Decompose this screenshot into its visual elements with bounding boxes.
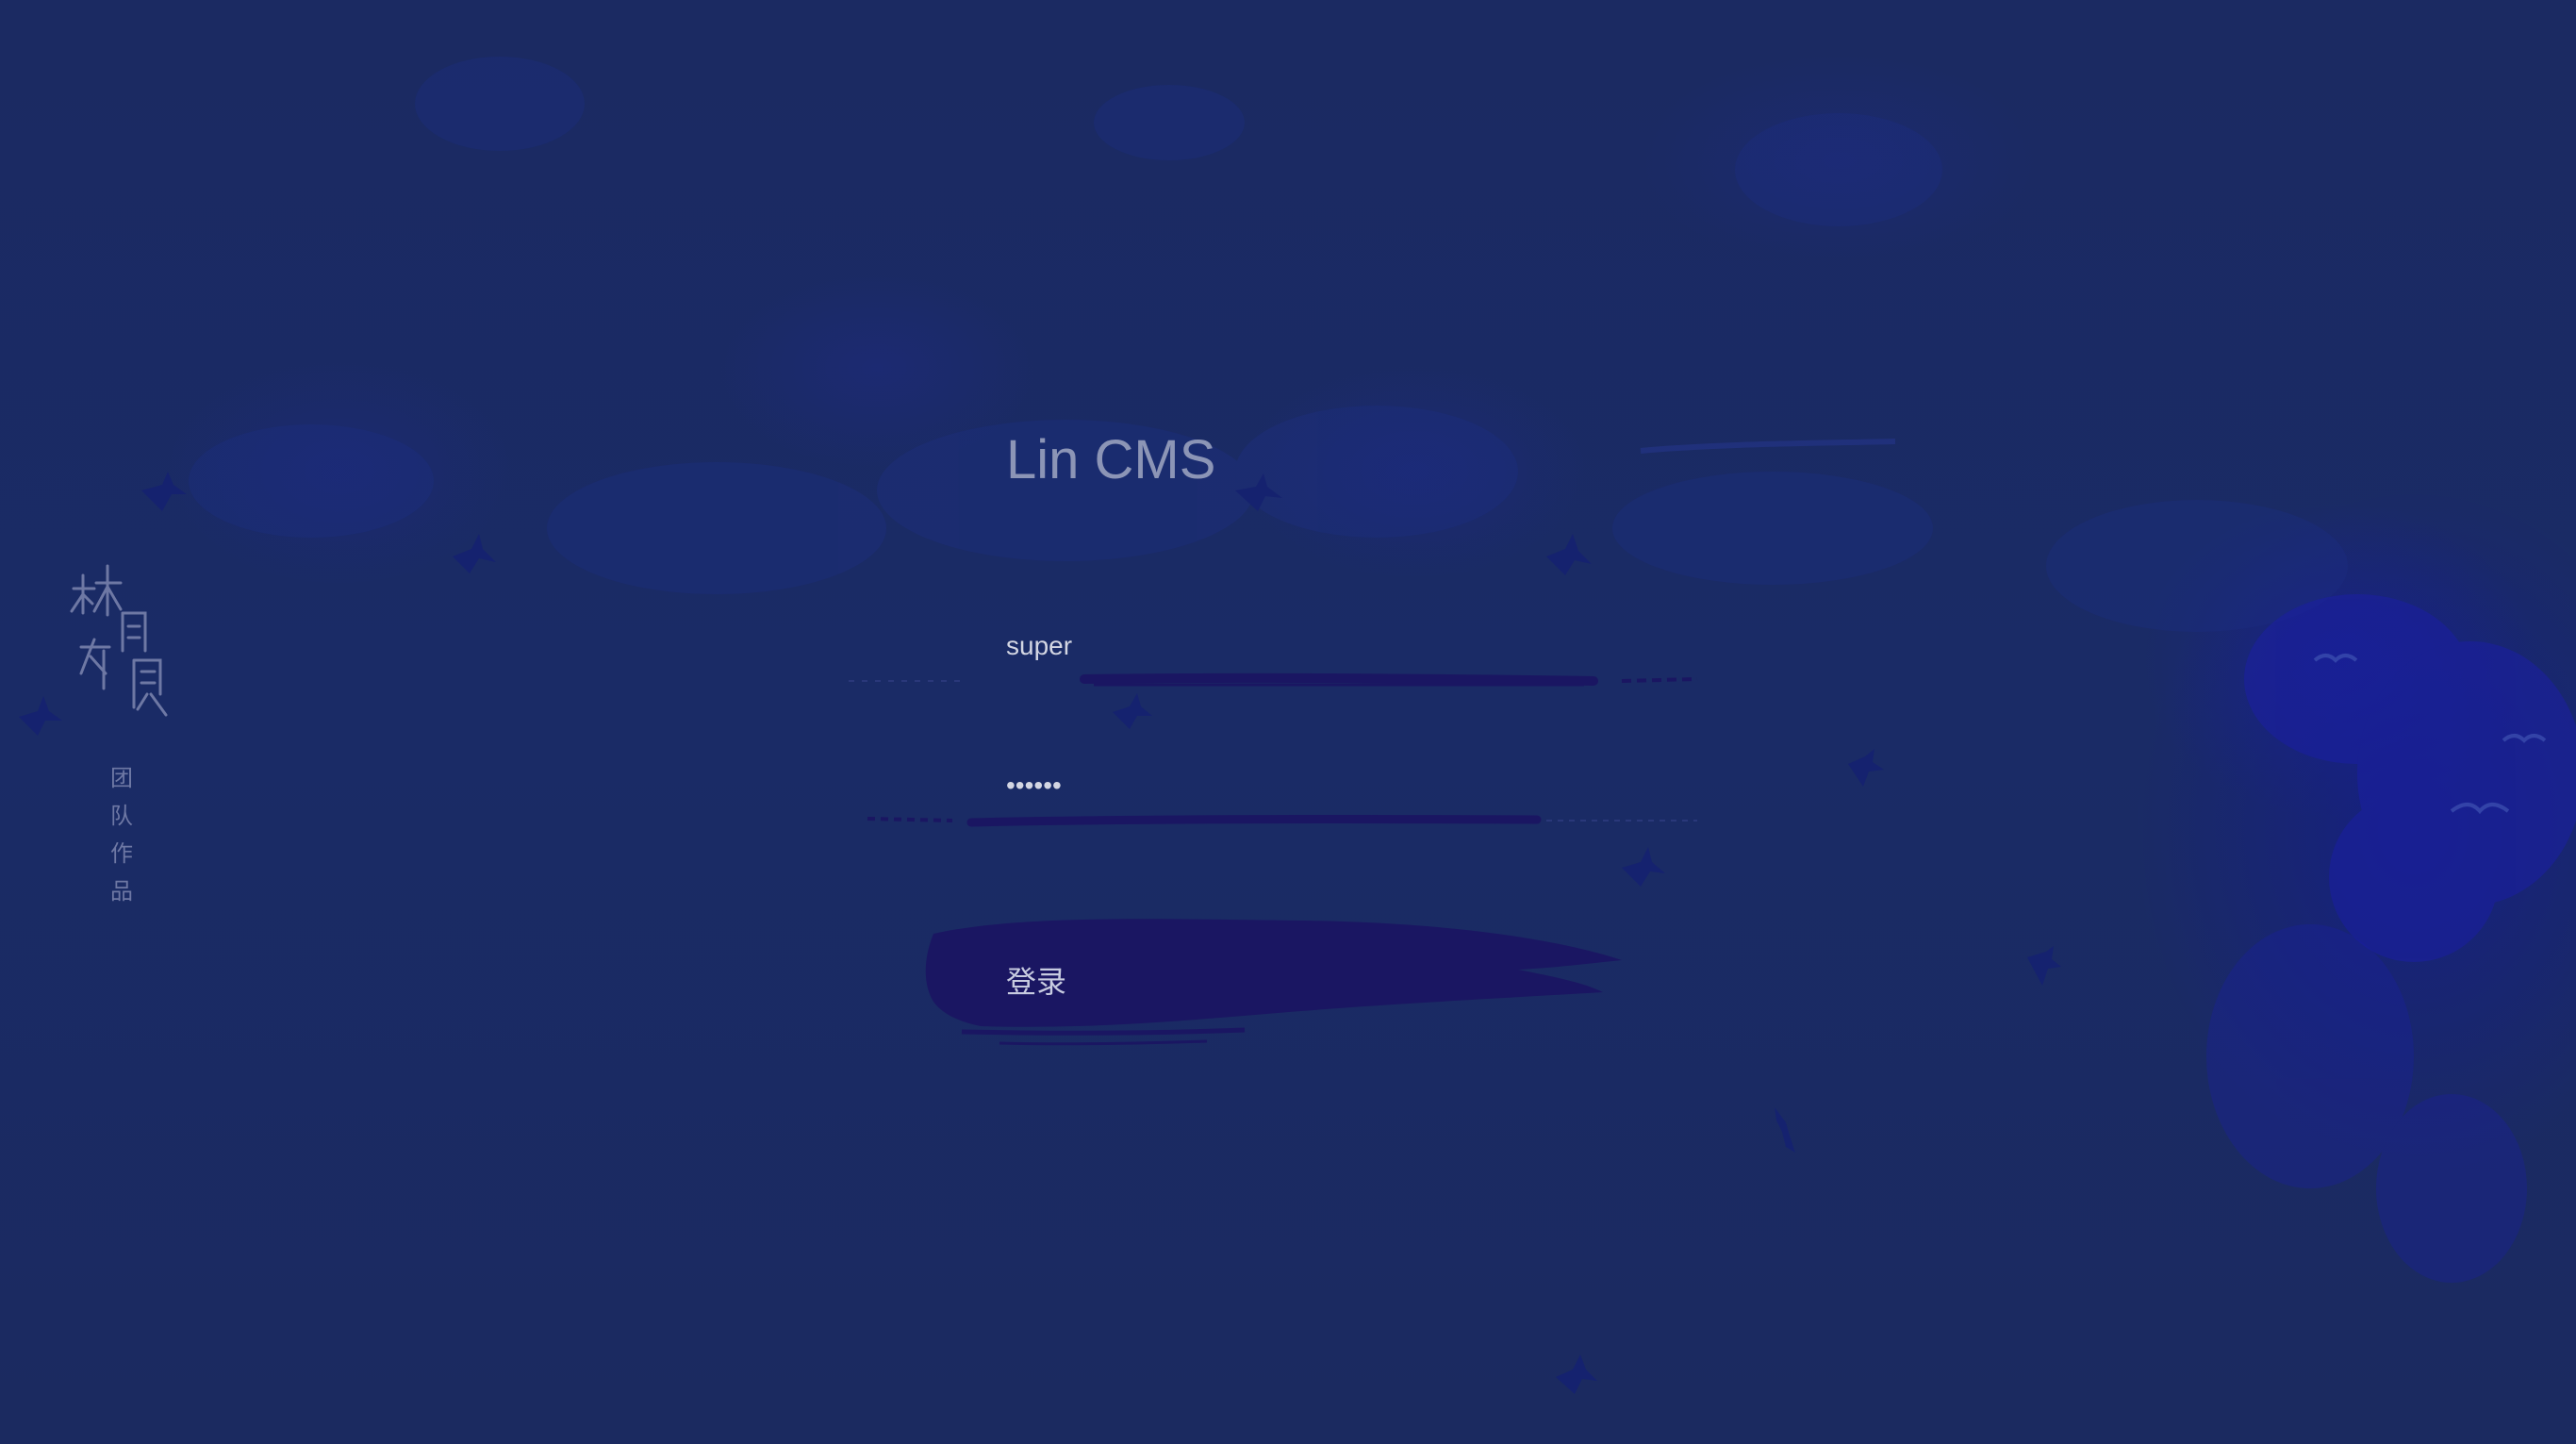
password-underline	[867, 814, 1697, 827]
username-underline	[849, 672, 1698, 687]
username-input[interactable]	[1006, 622, 1572, 670]
login-form: Lin CMS 登录	[849, 406, 1754, 1066]
login-button[interactable]: 登录	[905, 905, 1660, 1056]
team-char: 团	[110, 765, 135, 791]
team-char: 品	[110, 878, 135, 905]
brand-logo: 团 队 作 品	[66, 556, 179, 910]
calligraphy-logo	[70, 564, 168, 717]
login-page: 团 队 作 品 Lin CMS super 登录	[0, 0, 2576, 1444]
team-char: 队	[110, 803, 135, 829]
login-button-label: 登录	[1006, 964, 1067, 1000]
password-input[interactable]	[1006, 762, 1572, 809]
page-title: Lin CMS	[1006, 429, 1216, 490]
team-char: 作	[110, 840, 135, 867]
ink-blot-right	[2244, 594, 2576, 962]
team-work-label: 团 队 作 品	[66, 759, 179, 910]
